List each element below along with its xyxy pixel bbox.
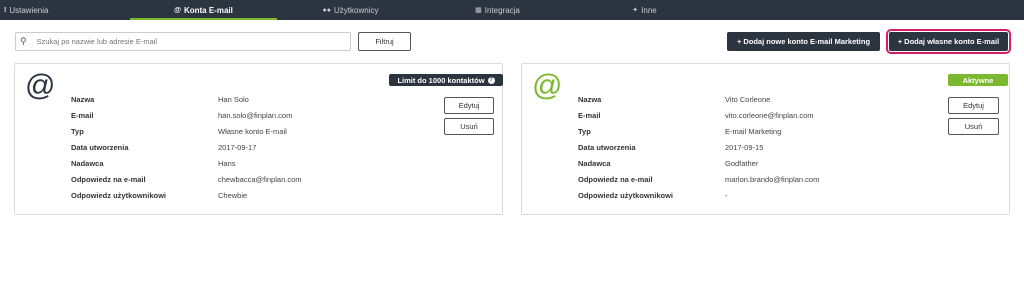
add-own-account-button[interactable]: + Dodaj własne konto E-mail bbox=[886, 29, 1011, 54]
field-value: chewbacca@finplan.com bbox=[218, 175, 302, 184]
field-value: Chewbie bbox=[218, 191, 248, 200]
at-icon: @ bbox=[174, 6, 181, 14]
field-label: Typ bbox=[71, 127, 84, 136]
tab-ustawienia[interactable]: ! Ustawienia bbox=[0, 0, 130, 20]
filter-button[interactable]: Filtruj bbox=[358, 32, 411, 51]
integration-icon: ▦ bbox=[475, 7, 482, 14]
field-value: han.solo@finplan.com bbox=[218, 111, 293, 120]
field-value: Vito Corleone bbox=[725, 95, 771, 104]
field-value: Własne konto E-mail bbox=[218, 127, 287, 136]
field-label: Nadawca bbox=[71, 159, 104, 168]
field-label: Nazwa bbox=[578, 95, 602, 104]
plus-icon: + bbox=[897, 37, 903, 46]
field-value: marlon.brando@finplan.com bbox=[725, 175, 820, 184]
field-label: Data utworzenia bbox=[71, 143, 129, 152]
field-label: E-mail bbox=[71, 111, 94, 120]
button-label: Dodaj nowe konto E-mail Marketing bbox=[743, 37, 871, 46]
top-nav-bar: ! Ustawienia @ Konta E-mail ●● Użytkowni… bbox=[0, 0, 1024, 20]
tab-label: Konta E-mail bbox=[183, 5, 233, 15]
plus-icon: + bbox=[736, 37, 742, 46]
search-input[interactable] bbox=[36, 37, 337, 46]
field-value: Han Solo bbox=[218, 95, 249, 104]
field-value: E-mail Marketing bbox=[725, 127, 782, 136]
field-label: E-mail bbox=[578, 111, 601, 120]
limit-badge: Limit do 1000 kontaktów ? bbox=[389, 74, 503, 86]
status-badge: Aktywne bbox=[948, 74, 1008, 86]
users-icon: ●● bbox=[322, 6, 331, 14]
field-value: Godfather bbox=[725, 159, 759, 168]
account-card: @ Aktywne Edytuj Usuń Nazwa Vito Corleone… bbox=[521, 63, 1010, 215]
field-label: Odpowiedz na e-mail bbox=[578, 175, 653, 184]
edit-button[interactable]: Edytuj bbox=[948, 97, 999, 114]
field-value: - bbox=[725, 191, 728, 200]
at-icon: @ bbox=[25, 69, 56, 102]
field-label: Odpowiedz użytkownikowi bbox=[71, 191, 167, 200]
tab-uzytkownicy[interactable]: ●● Użytkownicy bbox=[277, 0, 424, 20]
field-label: Odpowiedz użytkownikowi bbox=[578, 191, 674, 200]
field-label: Typ bbox=[578, 127, 591, 136]
exclamation-icon: ! bbox=[4, 6, 7, 14]
tab-label: Ustawienia bbox=[9, 5, 49, 15]
field-label: Odpowiedz na e-mail bbox=[71, 175, 146, 184]
search-box[interactable]: ⚲ bbox=[15, 32, 351, 51]
field-value: Hans bbox=[218, 159, 236, 168]
field-value: 2017-09-15 bbox=[725, 143, 764, 152]
tab-label: Integracja bbox=[484, 5, 520, 15]
button-label: Dodaj własne konto E-mail bbox=[904, 37, 1000, 46]
field-value: 2017-09-17 bbox=[218, 143, 257, 152]
field-value: vito.corleone@finplan.com bbox=[725, 111, 814, 120]
tab-label: Inne bbox=[641, 5, 657, 15]
badge-label: Aktywne bbox=[962, 75, 994, 85]
at-icon: @ bbox=[532, 69, 563, 102]
tab-label: Użytkownicy bbox=[334, 5, 379, 15]
wrench-icon: ✦ bbox=[632, 7, 639, 14]
help-icon[interactable]: ? bbox=[487, 76, 495, 84]
field-label: Nadawca bbox=[578, 159, 611, 168]
account-card: @ Limit do 1000 kontaktów ? Edytuj Usuń … bbox=[14, 63, 503, 215]
edit-button[interactable]: Edytuj bbox=[444, 97, 494, 114]
add-marketing-account-button[interactable]: + Dodaj nowe konto E-mail Marketing bbox=[727, 32, 880, 51]
field-label: Data utworzenia bbox=[578, 143, 636, 152]
field-label: Nazwa bbox=[71, 95, 95, 104]
tab-konta-email[interactable]: @ Konta E-mail bbox=[130, 0, 277, 20]
delete-button[interactable]: Usuń bbox=[444, 118, 494, 135]
search-icon: ⚲ bbox=[20, 36, 27, 46]
delete-button[interactable]: Usuń bbox=[948, 118, 999, 135]
tab-integracja[interactable]: ▦ Integracja bbox=[424, 0, 571, 20]
tab-inne[interactable]: ✦ Inne bbox=[571, 0, 718, 20]
badge-label: Limit do 1000 kontaktów bbox=[397, 75, 485, 85]
